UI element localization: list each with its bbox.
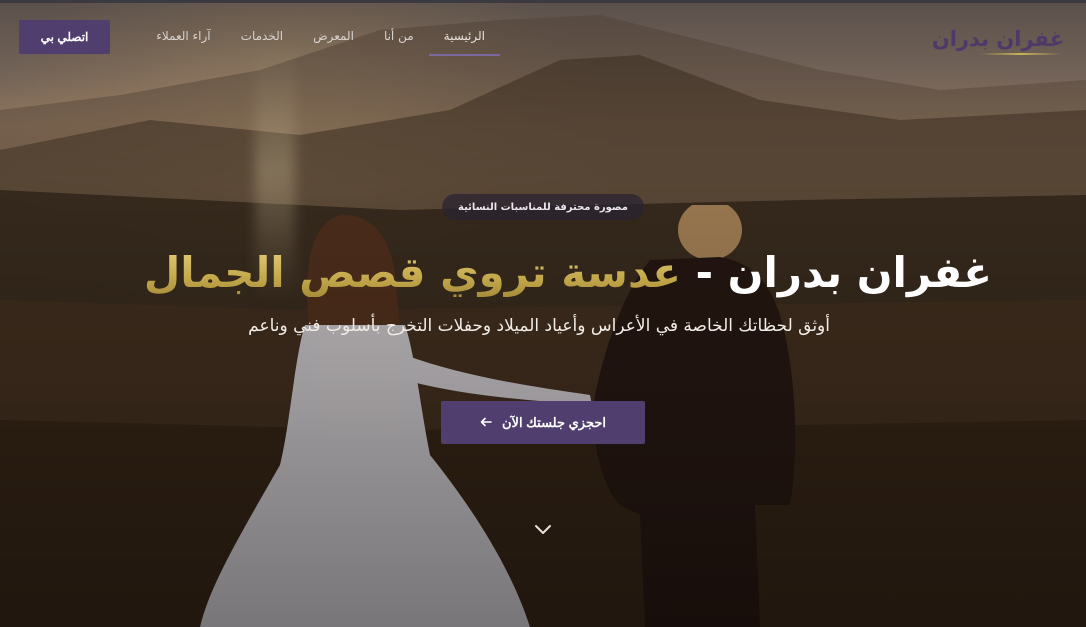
hero-badge: مصورة محترفة للمناسبات النسائية [442,194,644,220]
nav-item-services[interactable]: الخدمات [226,29,298,43]
nav-item-label: الرئيسية [443,29,485,43]
nav-item-about[interactable]: من أنا [369,29,429,43]
nav-item-label: من أنا [383,29,414,43]
book-session-label: احجزي جلستك الآن [502,414,606,430]
hero-subtitle: أوثق لحظاتك الخاصة في الأعراس وأعياد الم… [248,316,830,336]
nav-item-gallery[interactable]: المعرض [298,29,369,43]
active-nav-underline [428,54,500,56]
chevron-down-icon[interactable] [532,518,554,540]
main-nav: الرئيسية من أنا المعرض الخدمات آراء العم… [141,29,500,56]
hero-title-main: غفران بدران - [680,248,992,297]
nav-item-label: الخدمات [240,29,284,43]
nav-item-testimonials[interactable]: آراء العملاء [141,29,225,43]
hero-title: غفران بدران - عدسة تروي قصص الجمال [60,244,992,302]
nav-item-label: آراء العملاء [156,29,211,43]
site-header: غفران بدران الرئيسية من أنا المعرض الخدم… [0,3,1086,65]
arrow-left-icon [480,415,492,431]
book-session-button[interactable]: احجزي جلستك الآن [441,401,645,444]
hero-title-accent: عدسة تروي قصص الجمال [143,248,681,297]
landing-page: غفران بدران الرئيسية من أنا المعرض الخدم… [0,0,1086,627]
nav-item-home[interactable]: الرئيسية [428,29,500,56]
nav-item-label: المعرض [313,29,354,43]
site-logo[interactable]: غفران بدران [932,27,1064,51]
contact-button[interactable]: اتصلي بي [19,20,110,54]
logo-underline [980,53,1062,55]
